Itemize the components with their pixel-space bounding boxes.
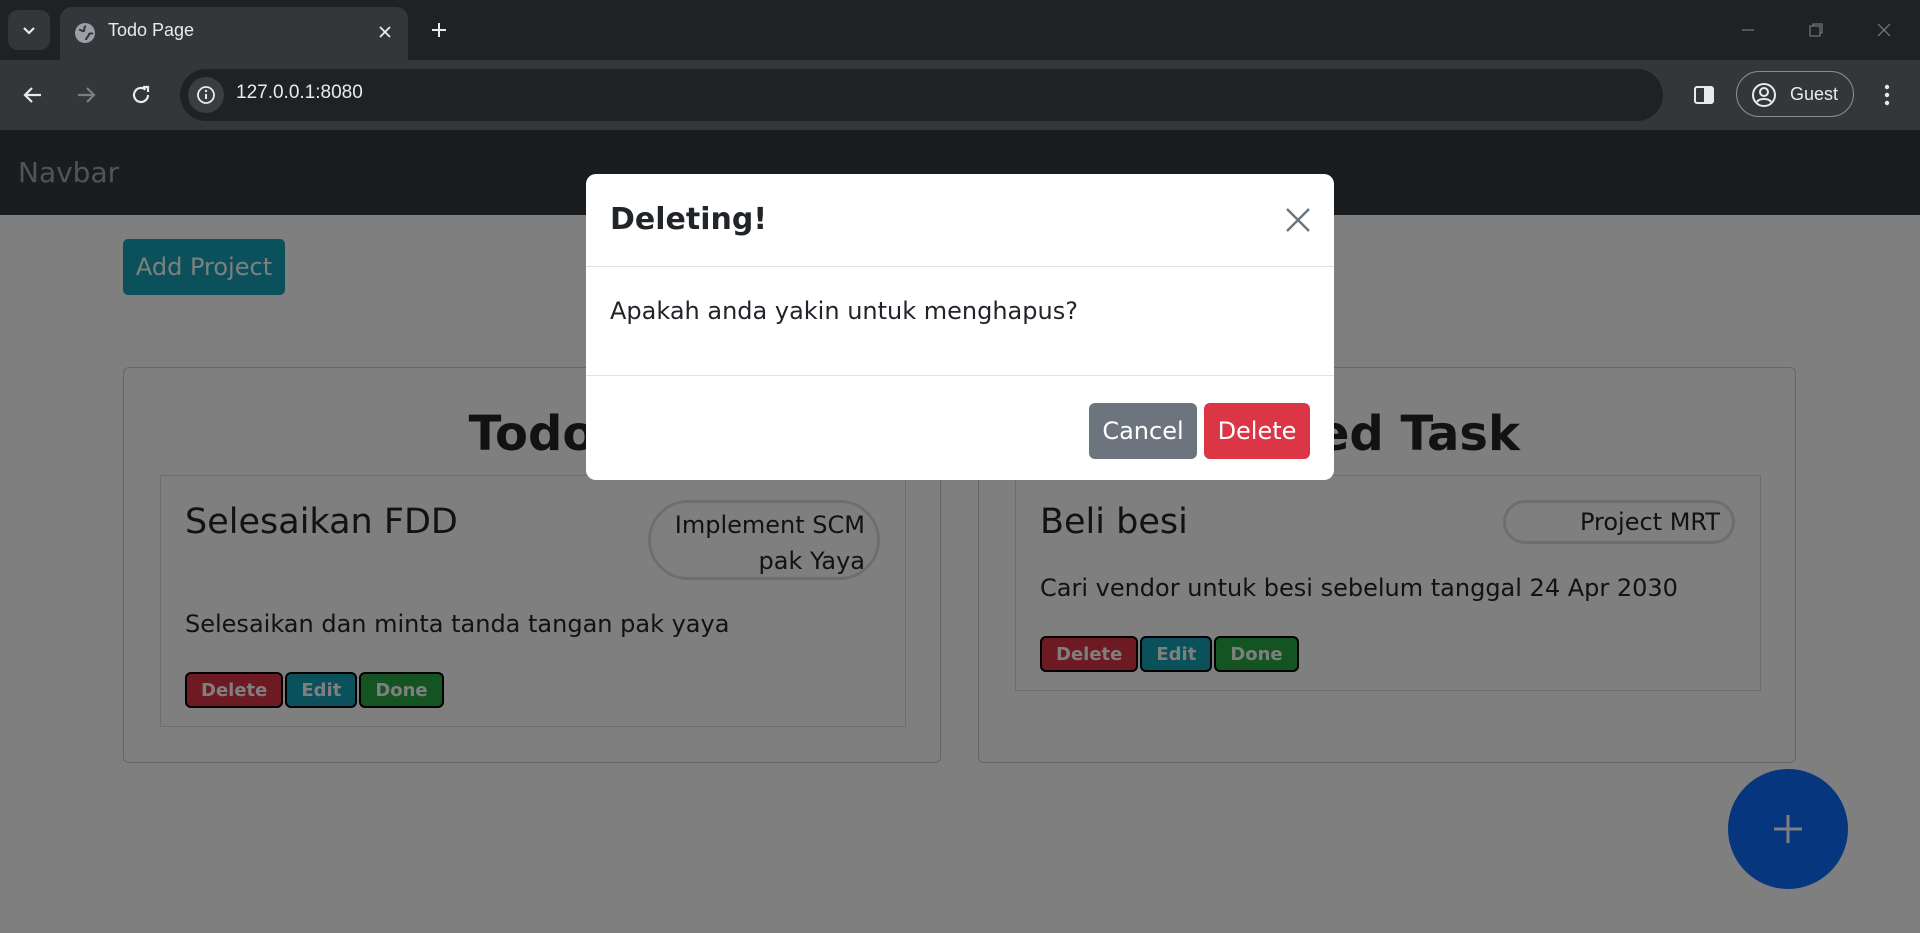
address-bar[interactable]: 127.0.0.1:8080	[180, 69, 1663, 121]
close-icon	[379, 26, 391, 38]
modal-message: Apakah anda yakin untuk menghapus?	[610, 297, 1078, 325]
profile-button[interactable]: Guest	[1736, 71, 1854, 117]
account-icon	[1752, 83, 1776, 107]
globe-icon	[75, 23, 95, 43]
close-icon	[1286, 208, 1310, 232]
modal-close-button[interactable]	[1278, 200, 1318, 240]
side-panel-button[interactable]	[1683, 74, 1725, 116]
more-vert-icon	[1884, 84, 1890, 106]
side-panel-icon	[1694, 86, 1714, 104]
close-window-button[interactable]	[1862, 14, 1906, 46]
new-tab-button[interactable]	[423, 14, 455, 46]
browser-tab[interactable]: Todo Page	[60, 7, 408, 60]
confirm-delete-button[interactable]: Delete	[1204, 403, 1310, 459]
back-button[interactable]	[12, 74, 54, 116]
modal-body: Apakah anda yakin untuk menghapus?	[586, 267, 1334, 376]
site-info-button[interactable]	[188, 77, 224, 113]
restore-button[interactable]	[1794, 14, 1838, 46]
cancel-button[interactable]: Cancel	[1089, 403, 1197, 459]
modal-footer: Cancel Delete	[586, 376, 1334, 480]
tab-title: Todo Page	[108, 20, 195, 40]
browser-toolbar: 127.0.0.1:8080 Guest	[0, 60, 1920, 130]
arrow-right-icon	[78, 87, 96, 103]
minimize-icon	[1742, 29, 1754, 31]
forward-button[interactable]	[65, 74, 107, 116]
reload-icon	[132, 85, 150, 104]
browser-menu-button[interactable]	[1870, 74, 1904, 116]
minimize-button[interactable]	[1726, 14, 1770, 46]
restore-icon	[1809, 23, 1823, 37]
reload-button[interactable]	[120, 74, 162, 116]
modal-header: Deleting!	[586, 174, 1334, 267]
page-content: Navbar Add Project Todo Selesaikan FDD I…	[0, 130, 1920, 933]
profile-label: Guest	[1790, 84, 1839, 104]
browser-tab-bar: Todo Page	[0, 0, 1920, 60]
tab-search-button[interactable]	[8, 10, 50, 50]
arrow-left-icon	[23, 87, 41, 103]
info-icon	[197, 86, 215, 104]
chevron-down-icon	[23, 27, 35, 35]
plus-icon	[432, 23, 446, 37]
delete-confirm-modal: Deleting! Apakah anda yakin untuk mengha…	[586, 174, 1334, 480]
url-text[interactable]: 127.0.0.1:8080	[236, 82, 363, 104]
modal-title: Deleting!	[610, 202, 768, 237]
tab-close-button[interactable]	[373, 20, 397, 44]
close-icon	[1877, 23, 1891, 37]
